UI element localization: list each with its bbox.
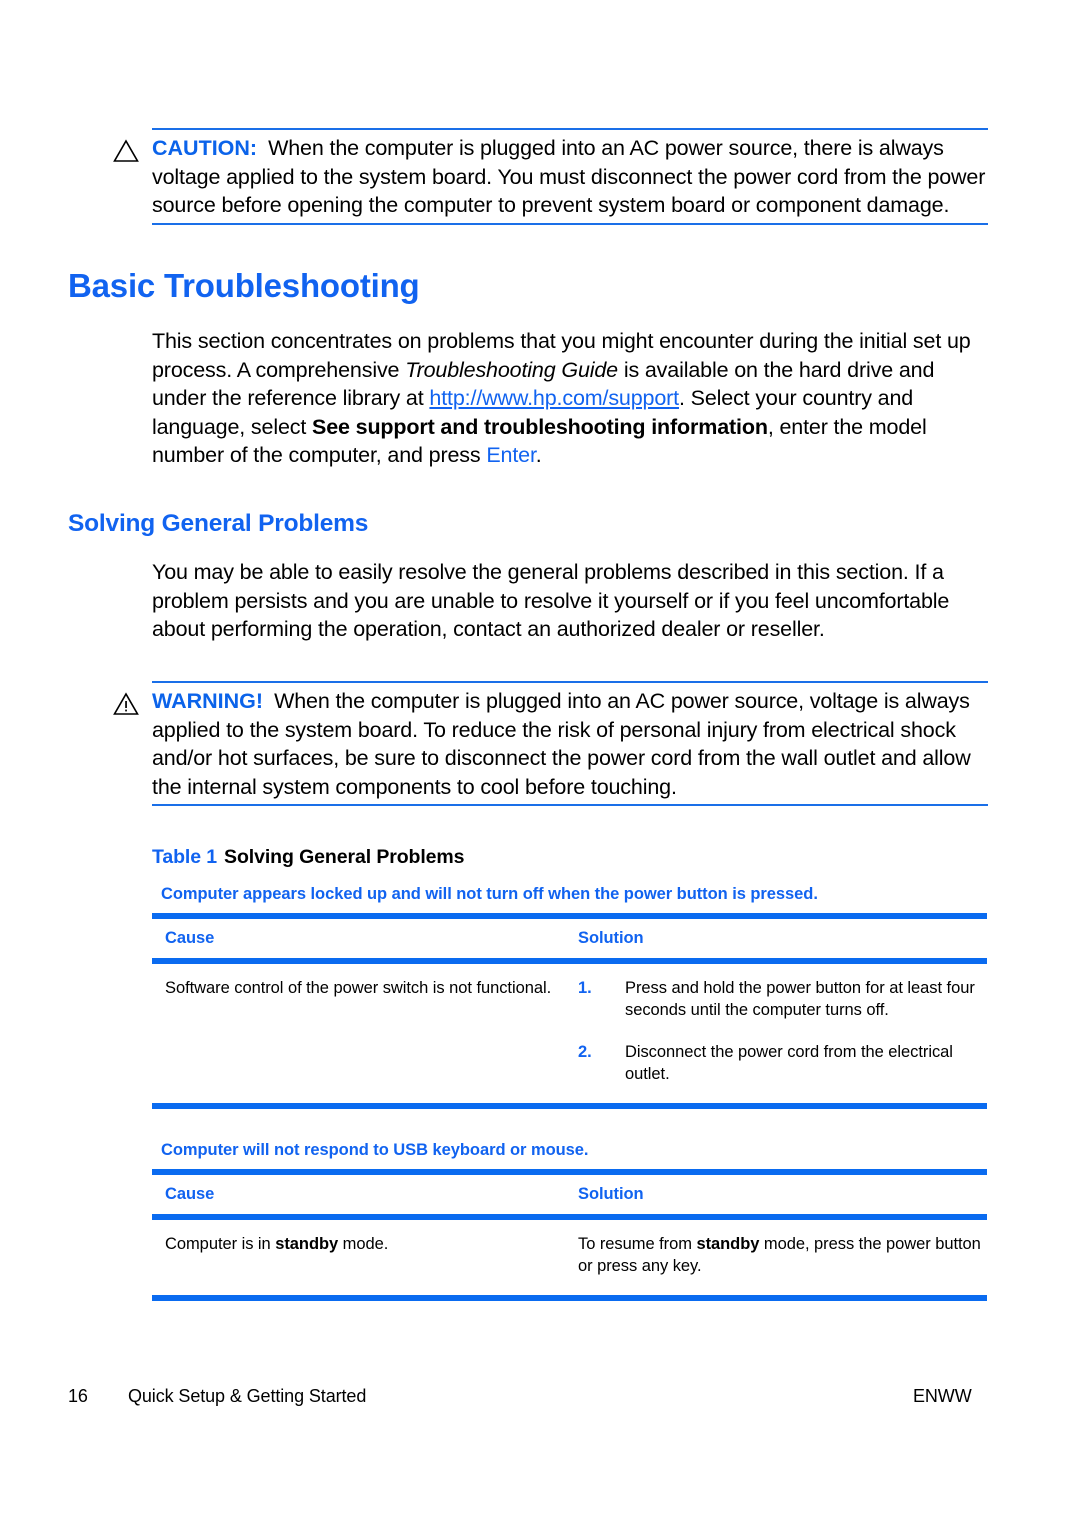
table-caption-title: Solving General Problems — [224, 846, 465, 868]
para-key-enter: Enter — [486, 443, 536, 468]
cell-solution-1: 1. Press and hold the power button for at… — [578, 977, 987, 1085]
warning-message: When the computer is plugged into an AC … — [152, 689, 971, 799]
cause-post: mode. — [338, 1235, 389, 1253]
paragraph-basic-troubleshooting: This section concentrates on problems th… — [152, 327, 990, 470]
warning-bottom-rule — [152, 804, 988, 807]
para-part-5: . — [535, 443, 542, 468]
footer-document-title: Quick Setup & Getting Started — [128, 1386, 367, 1406]
table-rule-bottom-1 — [152, 1103, 987, 1109]
table-row-1: Software control of the power switch is … — [152, 964, 987, 1103]
cause-pre: Computer is in — [165, 1235, 276, 1253]
heading-solving-general-problems: Solving General Problems — [68, 510, 369, 537]
column-header-cause: Cause — [165, 929, 215, 947]
para-bold-see-support: See support and troubleshooting informat… — [312, 414, 768, 439]
problem-table-1: Computer appears locked up and will not … — [152, 885, 987, 1109]
solution-step: 1. Press and hold the power button for at… — [578, 977, 987, 1021]
solution-bold-standby: standby — [696, 1235, 760, 1253]
table-header-row-1: Cause Solution — [152, 919, 987, 958]
table-caption: Table 1 Solving General Problems — [152, 846, 464, 869]
column-header-solution: Solution — [578, 929, 644, 947]
caution-admonition: CAUTION: When the computer is plugged int… — [113, 128, 988, 225]
warning-admonition: WARNING! When the computer is plugged int… — [113, 681, 988, 807]
page-footer: 16 Quick Setup & Getting Started ENWW — [0, 1386, 1080, 1412]
warning-triangle-exclamation-icon — [113, 692, 139, 716]
heading-basic-troubleshooting: Basic Troubleshooting — [68, 267, 420, 304]
problem-table-2: Computer will not respond to USB keyboar… — [152, 1141, 987, 1301]
cause-bold-standby: standby — [275, 1235, 339, 1253]
footer-page-number: 16 — [68, 1386, 88, 1406]
paragraph-solving-general-problems: You may be able to easily resolve the ge… — [152, 560, 950, 642]
solution-step: 2. Disconnect the power cord from the ele… — [578, 1041, 987, 1085]
table-header-row-2: Cause Solution — [152, 1175, 987, 1214]
caution-bottom-rule — [152, 222, 988, 225]
para-italic-guide: Troubleshooting Guide — [405, 357, 618, 382]
solution-step-list-1: 1. Press and hold the power button for at… — [578, 977, 987, 1085]
cell-solution-2: To resume from standby mode, press the p… — [578, 1233, 987, 1277]
problem-title-2: Computer will not respond to USB keyboar… — [161, 1141, 589, 1159]
cell-cause-1: Software control of the power switch is … — [165, 979, 552, 997]
warning-label: WARNING! — [152, 689, 264, 713]
table-caption-number: Table 1 — [152, 846, 218, 868]
column-header-cause: Cause — [165, 1185, 215, 1203]
document-page: CAUTION: When the computer is plugged int… — [0, 0, 1080, 1529]
step-text: Disconnect the power cord from the elect… — [625, 1043, 953, 1083]
warning-text: WARNING! When the computer is plugged int… — [152, 687, 988, 801]
hp-support-link[interactable]: http://www.hp.com/support — [429, 386, 679, 410]
caution-message: When the computer is plugged into an AC … — [152, 136, 986, 218]
table-rule-bottom-2 — [152, 1295, 987, 1301]
problem-title-1: Computer appears locked up and will not … — [161, 885, 818, 903]
column-header-solution: Solution — [578, 1185, 644, 1203]
caution-label: CAUTION: — [152, 136, 258, 160]
step-text: Press and hold the power button for at l… — [625, 979, 975, 1019]
warning-triangle-icon — [113, 139, 139, 163]
caution-body: CAUTION: When the computer is plugged int… — [113, 130, 988, 220]
step-number: 1. — [578, 979, 592, 997]
step-number: 2. — [578, 1043, 592, 1061]
caution-text: CAUTION: When the computer is plugged int… — [152, 134, 988, 220]
solution-pre: To resume from — [578, 1235, 697, 1253]
warning-body: WARNING! When the computer is plugged int… — [113, 683, 988, 801]
cell-cause-2: Computer is in standby mode. — [152, 1233, 578, 1277]
table-row-2: Computer is in standby mode. To resume f… — [152, 1220, 987, 1295]
footer-language-code: ENWW — [913, 1386, 972, 1406]
